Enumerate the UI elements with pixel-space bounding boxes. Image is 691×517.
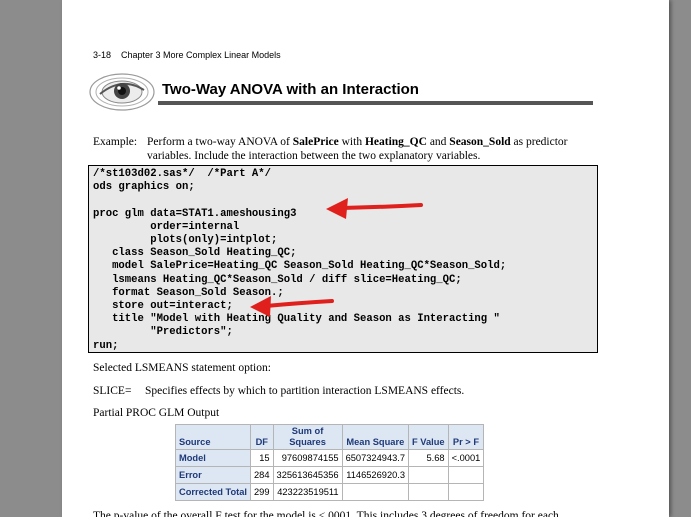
option-heading: Selected LSMEANS statement option: xyxy=(93,362,271,374)
eye-logo-icon xyxy=(89,73,155,111)
title-divider xyxy=(158,101,593,105)
document-page: 3-18 Chapter 3 More Complex Linear Model… xyxy=(62,0,669,517)
chapter-title: Chapter 3 More Complex Linear Models xyxy=(121,50,281,60)
var-heating-qc: Heating_QC xyxy=(364,136,427,148)
document-viewer[interactable]: 3-18 Chapter 3 More Complex Linear Model… xyxy=(0,0,691,517)
example-text-line-2: variables. Include the interaction betwe… xyxy=(147,150,481,162)
table-row: Error 284 325613645356 1146526920.3 xyxy=(174,466,485,484)
page-ref: 3-18 xyxy=(93,50,112,60)
cutoff-paragraph: The p-value of the overall F test for th… xyxy=(93,510,559,517)
col-sum-of-squares: Sum of Squares xyxy=(272,424,343,450)
col-f-value: F Value xyxy=(408,424,449,450)
partial-output-heading: Partial PROC GLM Output xyxy=(93,407,220,419)
anova-table: Source DF Sum of Squares Mean Square F V… xyxy=(174,424,485,501)
table-row: Corrected Total 299 423223519511 xyxy=(174,483,485,501)
var-season-sold: Season_Sold xyxy=(449,136,511,148)
running-header: 3-18 Chapter 3 More Complex Linear Model… xyxy=(93,50,281,60)
example-text-line-1: Perform a two-way ANOVA of SalePrice wit… xyxy=(147,136,568,148)
section-title: Two-Way ANOVA with an Interaction xyxy=(162,81,419,98)
col-mean-square: Mean Square xyxy=(341,424,410,450)
col-source: Source xyxy=(174,424,252,450)
slice-option-key: SLICE= xyxy=(93,385,132,397)
slice-option-description: Specifies effects by which to partition … xyxy=(145,385,465,397)
example-label: Example: xyxy=(93,136,138,148)
var-saleprice: SalePrice xyxy=(292,136,339,148)
table-row: Model 15 97609874155 6507324943.7 5.68 <… xyxy=(174,449,485,467)
col-p-value: Pr > F xyxy=(447,424,485,450)
table-header-row: Source DF Sum of Squares Mean Square F V… xyxy=(174,424,485,450)
col-df: DF xyxy=(250,424,274,450)
red-arrow-icon xyxy=(326,198,423,219)
red-arrow-icon xyxy=(250,296,334,317)
